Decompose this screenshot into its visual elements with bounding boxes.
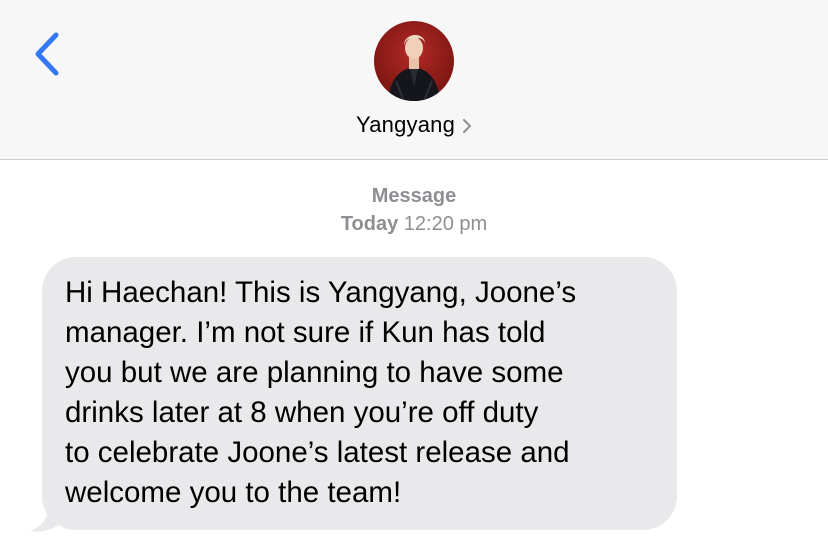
message-line: to celebrate Joone’s latest release and <box>65 436 570 469</box>
timestamp-day: Today <box>340 213 399 235</box>
message-line: drinks later at 8 when you’re off duty <box>65 396 539 429</box>
message-timestamp: Today 12:20 pm <box>0 213 828 236</box>
message-line: you but we are planning to have some <box>65 356 564 389</box>
contact-details-link[interactable]: Yangyang <box>0 110 828 140</box>
incoming-message-bubble[interactable]: Hi Haechan! This is Yangyang, Joone’s ma… <box>42 257 677 530</box>
conversation-header: Yangyang <box>0 0 828 160</box>
contact-name: Yangyang <box>355 112 456 137</box>
service-label: Message <box>371 185 457 207</box>
message-line: welcome you to the team! <box>65 476 402 509</box>
message-line: manager. I’m not sure if Kun has told <box>65 316 546 349</box>
message-line: Hi Haechan! This is Yangyang, Joone’s <box>65 276 577 309</box>
chevron-right-icon <box>463 119 472 134</box>
timestamp-time: 12:20 pm <box>403 213 488 235</box>
back-button[interactable] <box>28 30 68 78</box>
contact-avatar[interactable] <box>374 21 454 101</box>
chevron-left-icon <box>35 32 59 76</box>
